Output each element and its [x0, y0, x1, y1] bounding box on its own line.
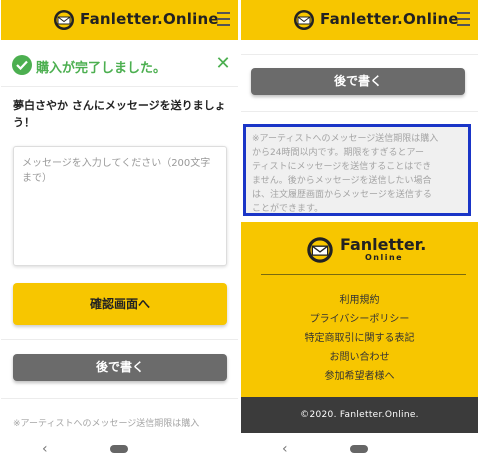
- screenshot-pair: Fanletter.Online 購入が完了しました。 ✕ 夢白さやか さんにメ…: [0, 0, 480, 465]
- notice-line: ティストにメッセージを送信することはでき: [252, 162, 432, 172]
- logo-text[interactable]: Fanletter.Online: [80, 10, 219, 28]
- textarea-placeholder: まで）: [22, 173, 52, 184]
- message-invite-text: 夢白さやか さんにメッセージを送りましょ う！: [13, 97, 227, 131]
- message-textarea[interactable]: メッセージを入力してください（200文字 まで）: [13, 146, 227, 266]
- purchase-success-banner: 購入が完了しました。 ✕: [12, 55, 232, 76]
- app-header: Fanletter.Online: [1, 0, 238, 40]
- notice-line: から24時間以内です。期限をすぎるとアー: [252, 148, 425, 158]
- invite-line: う！: [13, 116, 35, 129]
- left-screen: Fanletter.Online 購入が完了しました。 ✕ 夢白さやか さんにメ…: [1, 0, 238, 465]
- logo-text[interactable]: Fanletter.Online: [320, 10, 459, 28]
- divider: [1, 86, 238, 87]
- footer-link-terms[interactable]: 利用規約: [241, 291, 478, 310]
- divider: [1, 339, 238, 340]
- back-nav-icon[interactable]: ‹: [42, 441, 48, 457]
- fanletter-logo-icon: [307, 237, 333, 263]
- write-later-button[interactable]: 後で書く: [13, 354, 227, 381]
- footer-divider: [261, 274, 466, 275]
- home-nav-icon[interactable]: [350, 445, 368, 453]
- close-icon[interactable]: ✕: [215, 55, 231, 73]
- notice-line: は、注文履歴画面からメッセージを送信する: [252, 190, 432, 200]
- divider: [241, 54, 478, 55]
- footer-link-contact[interactable]: お問い合わせ: [241, 348, 478, 367]
- check-circle-icon: [12, 55, 32, 75]
- hamburger-menu-icon[interactable]: [457, 12, 470, 26]
- android-nav-bar: ‹: [241, 433, 478, 465]
- home-nav-icon[interactable]: [110, 445, 128, 453]
- notice-line: ※アーティストへのメッセージ送信期限は購入: [252, 134, 439, 144]
- footer-links: 利用規約 プライバシーポリシー 特定商取引に関する表記 お問い合わせ 参加希望者…: [241, 291, 478, 386]
- copyright-bar: ©2020. Fanletter.Online.: [241, 397, 478, 433]
- footer-link-commerce-act[interactable]: 特定商取引に関する表記: [241, 329, 478, 348]
- site-footer: Fanletter. Online 利用規約 プライバシーポリシー 特定商取引に…: [241, 222, 478, 397]
- back-nav-icon[interactable]: ‹: [282, 441, 288, 457]
- textarea-placeholder: メッセージを入力してください（200文字: [22, 158, 211, 169]
- footer-logo-subtext: Online: [365, 253, 404, 262]
- notice-highlight-box: ※アーティストへのメッセージ送信期限は購入 から24時間以内です。期限をすぎると…: [243, 124, 471, 216]
- fanletter-logo-icon[interactable]: [293, 9, 315, 31]
- divider: [1, 398, 238, 399]
- invite-line: 夢白さやか さんにメッセージを送りましょ: [13, 99, 226, 112]
- divider: [241, 111, 478, 112]
- android-nav-bar: ‹: [1, 433, 238, 465]
- notice-line: ません。後からメッセージを送信したい場合: [252, 176, 432, 186]
- hamburger-menu-icon[interactable]: [217, 12, 230, 26]
- notice-line: ことができます。: [252, 204, 324, 214]
- notice-text: ※アーティストへのメッセージ送信期限は購入: [13, 419, 200, 429]
- fanletter-logo-icon[interactable]: [53, 9, 75, 31]
- app-header: Fanletter.Online: [241, 0, 478, 40]
- right-screen: Fanletter.Online 後で書く ※アーティストへのメッセージ送信期限…: [241, 0, 478, 465]
- footer-link-privacy[interactable]: プライバシーポリシー: [241, 310, 478, 329]
- success-message: 購入が完了しました。: [36, 61, 167, 76]
- footer-logo-text: Fanletter.: [340, 235, 427, 254]
- confirm-button[interactable]: 確認画面へ: [13, 283, 227, 325]
- footer-link-join[interactable]: 参加希望者様へ: [241, 367, 478, 386]
- write-later-button[interactable]: 後で書く: [251, 68, 465, 95]
